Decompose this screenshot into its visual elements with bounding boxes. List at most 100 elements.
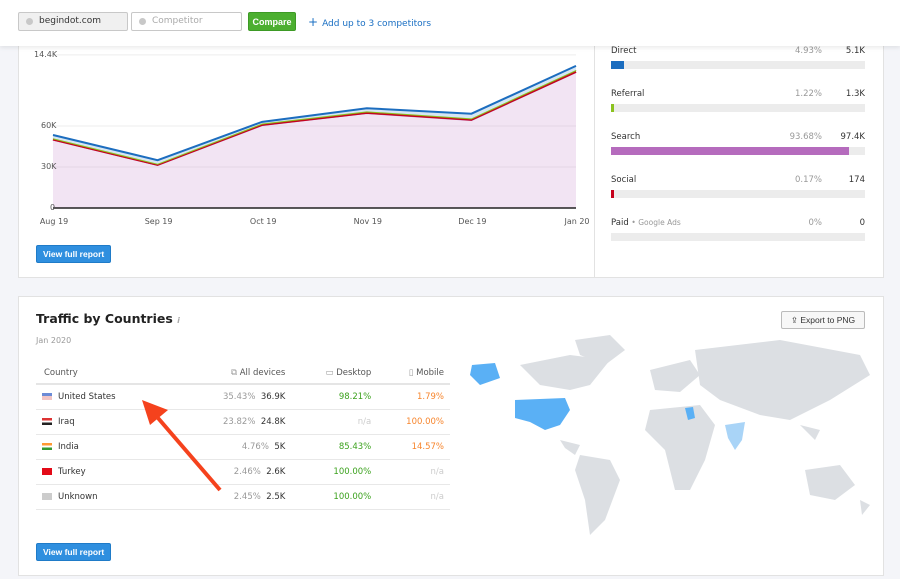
countries-date: Jan 2020 — [36, 336, 72, 345]
source-name: Social — [611, 175, 637, 185]
country-share: 35.43% — [222, 391, 256, 402]
source-label: Paid • Google Ads — [611, 218, 681, 228]
source-bar-fill — [611, 104, 615, 112]
domain-value: begindot.com — [39, 16, 101, 26]
country-share: 2.46% — [233, 466, 261, 477]
flag-icon — [42, 442, 52, 450]
all-devices-cell: 2.45% 2.5K — [177, 484, 292, 510]
y-tick: 14.4K — [34, 50, 58, 59]
y-tick: 30K — [41, 162, 57, 171]
source-bar-fill — [611, 190, 615, 198]
source-label: Search — [611, 132, 640, 142]
competitor-input[interactable]: Competitor — [131, 12, 242, 31]
country-name[interactable]: United States — [58, 392, 116, 402]
source-sub-label: Google Ads — [638, 218, 681, 227]
desktop-share: 100.00% — [291, 484, 378, 510]
desktop-share: 85.43% — [291, 434, 378, 460]
map-united-states — [515, 398, 570, 430]
country-cell: Unknown — [36, 484, 178, 510]
col-desktop[interactable]: ▭ Desktop — [291, 362, 378, 385]
source-bar — [611, 233, 865, 241]
area-search — [53, 72, 576, 208]
map-alaska — [470, 363, 500, 385]
table-row[interactable]: Iraq 23.82% 24.8K n/a 100.00% — [36, 409, 450, 435]
table-row[interactable]: United States 35.43% 36.9K 98.21% 1.79% — [36, 384, 450, 410]
country-share: 23.82% — [222, 416, 256, 427]
map-land — [520, 335, 870, 535]
col-all-devices[interactable]: ⧉ All devices — [177, 362, 292, 385]
source-social: Social 0.17% 174 — [611, 175, 865, 201]
flag-icon — [42, 467, 52, 475]
export-png-button[interactable]: ⇪ Export to PNG — [781, 311, 865, 329]
source-pct: 1.22% — [794, 89, 822, 99]
country-name[interactable]: India — [58, 442, 79, 452]
country-visits: 2.5K — [266, 491, 286, 502]
source-search: Search 93.68% 97.4K — [611, 132, 865, 158]
source-name: Direct — [611, 46, 637, 56]
view-full-report-button[interactable]: View full report — [36, 245, 112, 263]
source-name: Search — [611, 132, 641, 142]
country-name[interactable]: Turkey — [58, 467, 86, 477]
compare-button[interactable]: Compare — [248, 12, 296, 31]
source-bar — [611, 61, 865, 69]
source-value: 0 — [859, 218, 865, 228]
flag-icon — [42, 417, 52, 425]
source-pct: 0% — [808, 218, 823, 228]
source-value: 174 — [848, 175, 865, 185]
country-name[interactable]: Iraq — [58, 417, 75, 427]
country-name[interactable]: Unknown — [58, 492, 97, 502]
country-visits: 5K — [274, 441, 286, 452]
x-tick: Jan 20 — [564, 217, 590, 226]
x-tick: Oct 19 — [249, 217, 277, 226]
country-cell: United States — [36, 384, 178, 410]
all-devices-cell: 2.46% 2.6K — [177, 459, 292, 485]
source-name: Referral — [611, 89, 645, 99]
mobile-share: n/a — [377, 459, 450, 485]
traffic-chart — [52, 54, 577, 209]
country-cell: Iraq — [36, 409, 178, 435]
desktop-share: n/a — [291, 409, 378, 435]
all-devices-cell: 23.82% 24.8K — [177, 409, 292, 435]
source-sub: • Google Ads — [631, 218, 681, 227]
mobile-share: 14.57% — [377, 434, 450, 460]
country-visits: 24.8K — [260, 416, 286, 427]
source-paid: Paid • Google Ads 0% 0 — [611, 218, 865, 244]
country-cell: India — [36, 434, 178, 460]
source-direct: Direct 4.93% 5.1K — [611, 46, 865, 72]
mobile-share: 1.79% — [377, 384, 450, 410]
col-country[interactable]: Country — [36, 362, 178, 385]
all-devices-cell: 35.43% 36.9K — [177, 384, 292, 410]
table-row[interactable]: Turkey 2.46% 2.6K 100.00% n/a — [36, 459, 450, 485]
source-name: Paid — [611, 218, 629, 228]
export-icon: ⇪ — [790, 314, 801, 325]
domain-input[interactable]: begindot.com — [18, 12, 128, 31]
mobile-share: n/a — [377, 484, 450, 510]
info-icon[interactable]: i — [177, 316, 180, 325]
desktop-icon: ▭ — [325, 367, 337, 378]
countries-view-full-report-button[interactable]: View full report — [36, 543, 112, 561]
source-label: Direct — [611, 46, 636, 56]
table-row[interactable]: India 4.76% 5K 85.43% 14.57% — [36, 434, 450, 460]
source-pct: 0.17% — [794, 175, 822, 185]
col-mobile[interactable]: ▯ Mobile — [377, 362, 450, 385]
table-row[interactable]: Unknown 2.45% 2.5K 100.00% n/a — [36, 484, 450, 510]
competitor-placeholder: Competitor — [152, 16, 203, 26]
mobile-icon: ▯ — [408, 367, 417, 378]
add-competitors-link[interactable]: + Add up to 3 competitors — [308, 15, 431, 29]
countries-title: Traffic by Countries i — [36, 311, 180, 326]
source-pct: 93.68% — [789, 132, 822, 142]
x-tick: Sep 19 — [144, 217, 173, 226]
domain-dot-icon — [26, 18, 33, 25]
source-pct: 4.93% — [794, 46, 822, 56]
export-label: Export to PNG — [800, 314, 856, 325]
country-visits: 36.9K — [260, 391, 286, 402]
col-desktop-label: Desktop — [336, 367, 372, 378]
country-share: 4.76% — [241, 441, 269, 452]
world-map — [470, 335, 870, 535]
source-bar-fill — [611, 61, 624, 69]
source-bar — [611, 190, 865, 198]
countries-table: Country ⧉ All devices ▭ Desktop ▯ Mobile… — [36, 362, 450, 510]
plus-icon: + — [308, 15, 319, 29]
source-value: 1.3K — [845, 89, 865, 99]
mobile-share: 100.00% — [377, 409, 450, 435]
